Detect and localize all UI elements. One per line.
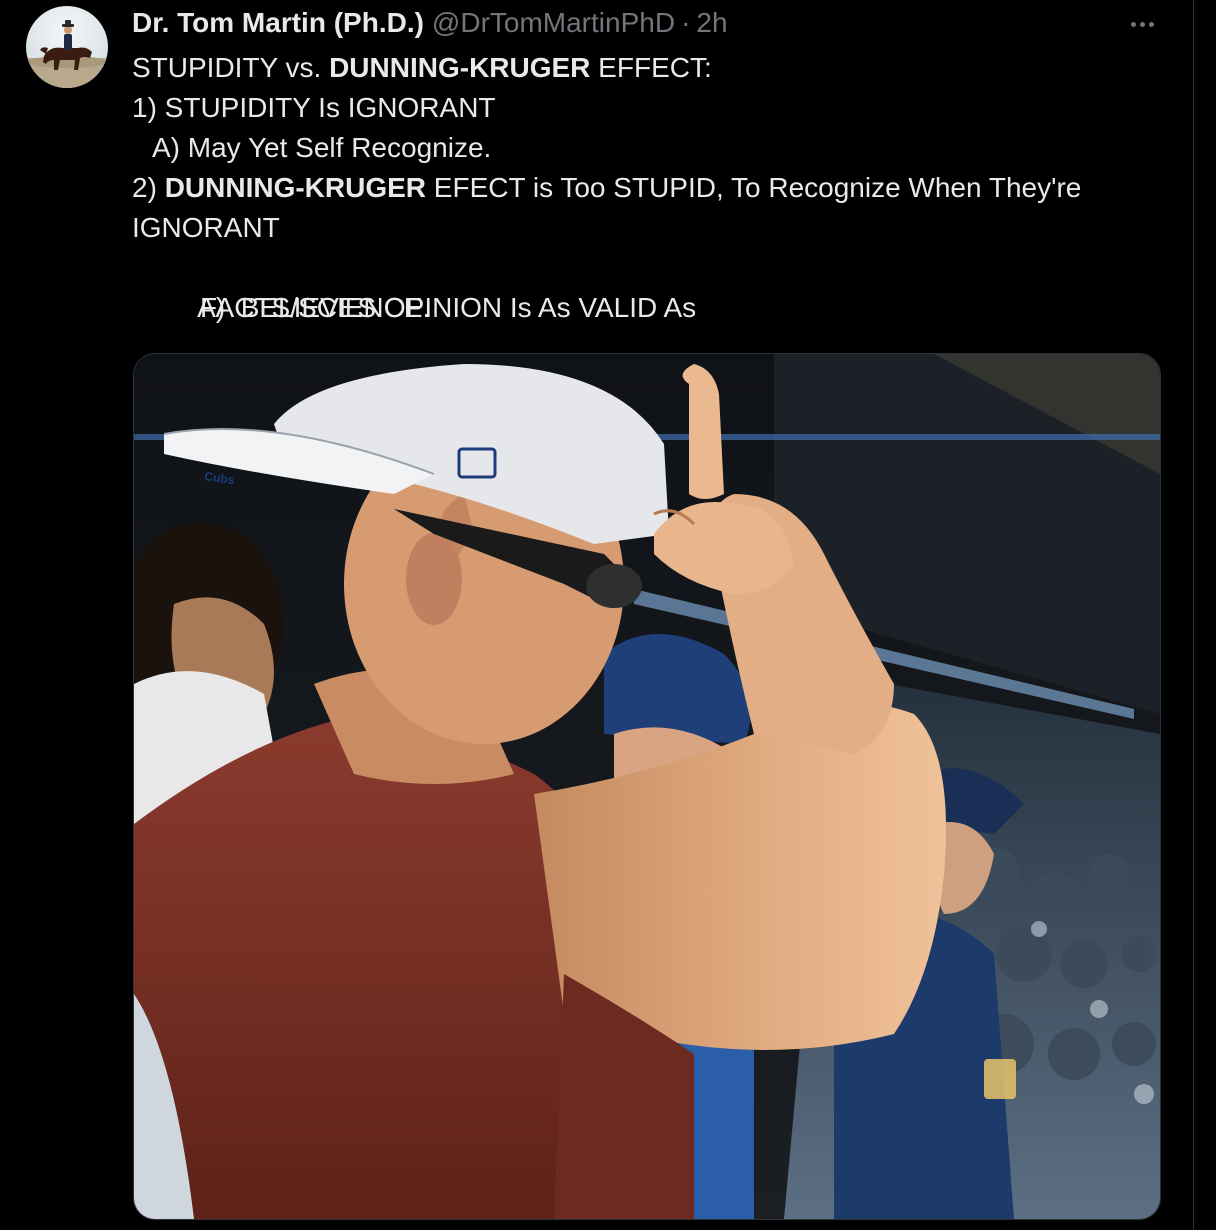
tweet-photo[interactable]: Cubs bbox=[133, 353, 1161, 1220]
header-separator: · bbox=[681, 7, 691, 38]
author-handle[interactable]: @DrTomMartinPhD bbox=[432, 6, 675, 40]
tweet-text-segment: 2) bbox=[132, 172, 165, 203]
tweet-text-segment: 1) STUPIDITY Is IGNORANT bbox=[132, 92, 496, 123]
tweet-header: Dr. Tom Martin (Ph.D.) @DrTomMartinPhD ·… bbox=[132, 6, 728, 40]
tweet-line-2: 1) STUPIDITY Is IGNORANT bbox=[132, 88, 1172, 128]
tweet-text-segment: EFFECT: bbox=[590, 52, 712, 83]
author-name[interactable]: Dr. Tom Martin (Ph.D.) bbox=[132, 6, 424, 40]
tweet-text-segment: IGNORANT bbox=[132, 212, 280, 243]
tweet-text-bold-segment: DUNNING-KRUGER bbox=[164, 172, 427, 203]
tweet-line-5: IGNORANT bbox=[132, 208, 1172, 248]
tweet-line-4: 2) DUNNING-KRUGER EFECT is Too STUPID, T… bbox=[132, 168, 1172, 208]
tweet-line-6: A) BELIEVES OPINION Is As VALID As bbox=[132, 248, 1172, 323]
tweet[interactable]: Dr. Tom Martin (Ph.D.) @DrTomMartinPhD ·… bbox=[0, 0, 1194, 1230]
more-dot-1 bbox=[1130, 21, 1136, 27]
tweet-line-1: STUPIDITY vs. DUNNING-KRUGER EFFECT: bbox=[132, 48, 1172, 88]
tweet-line-3: A) May Yet Self Recognize. bbox=[132, 128, 1172, 168]
tweet-text: STUPIDITY vs. DUNNING-KRUGER EFFECT: 1) … bbox=[132, 48, 1172, 328]
tweet-text-segment: FACTS/SCIENCE. bbox=[200, 292, 431, 323]
tweet-text-segment: A) May Yet Self Recognize. bbox=[152, 132, 492, 163]
tweet-text-segment: STUPIDITY vs. bbox=[132, 52, 330, 83]
tweet-text-segment: EFECT is Too STUPID, To Recognize When T… bbox=[426, 172, 1082, 203]
more-options-icon[interactable] bbox=[1120, 10, 1164, 38]
more-dot-2 bbox=[1139, 21, 1145, 27]
tweet-timestamp[interactable]: 2h bbox=[696, 6, 727, 40]
author-avatar[interactable] bbox=[26, 6, 108, 88]
more-dot-3 bbox=[1148, 21, 1154, 27]
tweet-text-bold-segment: DUNNING-KRUGER bbox=[329, 52, 591, 83]
